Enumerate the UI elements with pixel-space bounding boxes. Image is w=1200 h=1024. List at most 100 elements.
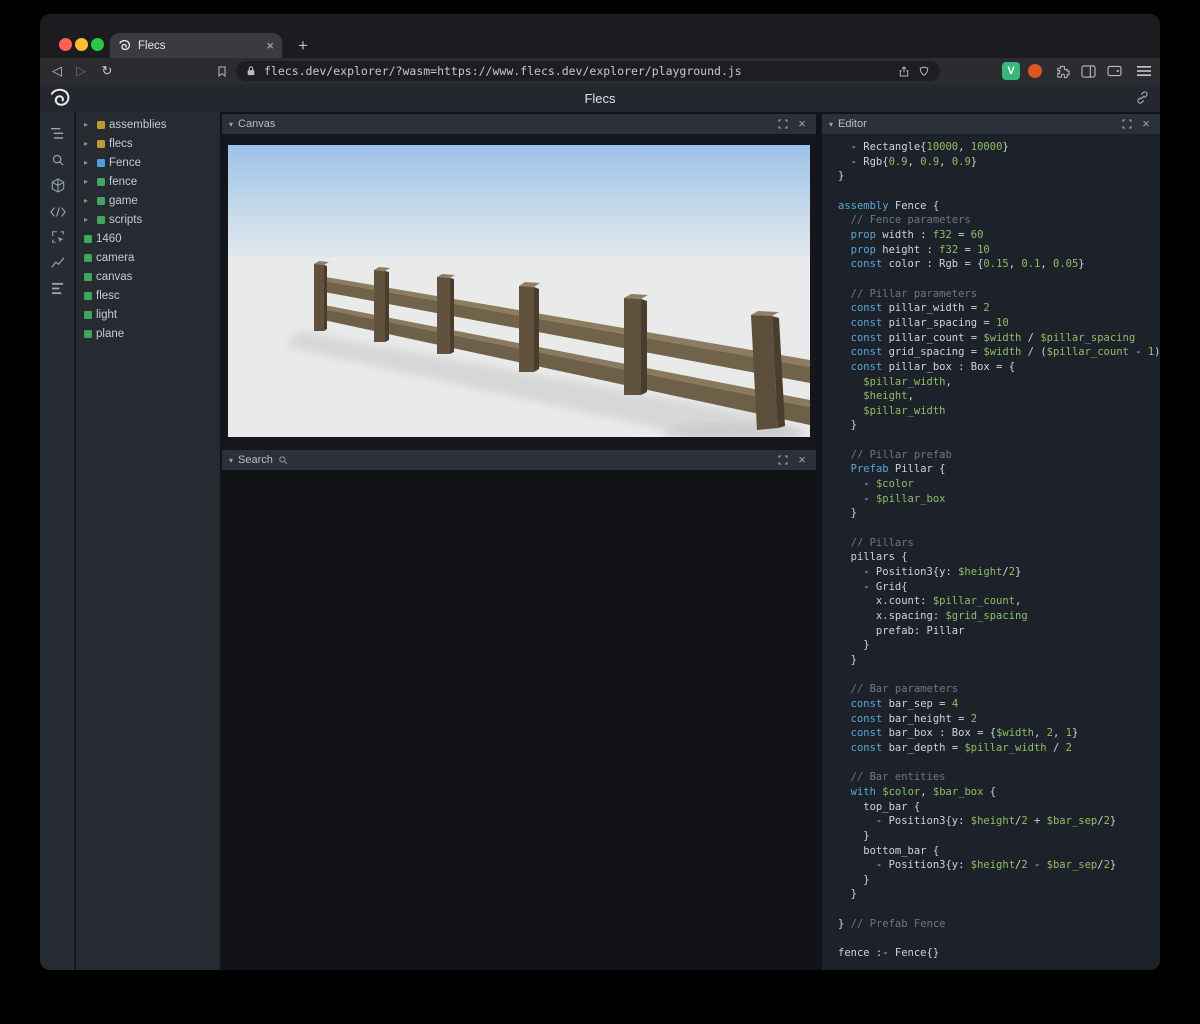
code-line: top_bar {: [838, 800, 921, 813]
tree-item-scripts[interactable]: ▸ scripts: [76, 210, 220, 229]
code-line: const color : Rgb = {0.15, 0.1, 0.05}: [850, 258, 1085, 271]
close-panel-icon[interactable]: ×: [795, 453, 809, 467]
canvas-panel-title: Canvas: [238, 118, 276, 130]
search-mini-icon: [279, 456, 288, 465]
url-text: flecs.dev/explorer/?wasm=https://www.fle…: [264, 64, 742, 78]
tree-item-camera[interactable]: camera: [76, 248, 220, 267]
code-line: pillars {: [838, 551, 908, 564]
entity-color-square: [84, 329, 92, 338]
close-panel-icon[interactable]: ×: [795, 117, 809, 131]
expand-arrow-icon[interactable]: ▸: [84, 191, 93, 210]
back-button[interactable]: ◁: [46, 60, 68, 82]
search-results-area: [222, 470, 816, 970]
expand-arrow-icon[interactable]: ▸: [84, 115, 93, 134]
code-line: }: [838, 829, 870, 842]
bookmark-icon[interactable]: [212, 62, 232, 80]
code-line: Prefab Pillar {: [850, 463, 946, 476]
inspect-cursor-icon[interactable]: [48, 227, 67, 246]
code-line: - Grid{: [838, 580, 908, 593]
close-window-button[interactable]: [59, 38, 72, 51]
canvas-panel-header: ▾ Canvas ×: [222, 114, 816, 134]
cube-3d-icon[interactable]: [48, 176, 67, 195]
tree-item-canvas[interactable]: canvas: [76, 267, 220, 286]
tree-item-Fence[interactable]: ▸ Fence: [76, 153, 220, 172]
code-line: const pillar_spacing = 10: [850, 316, 1009, 329]
expand-arrow-icon[interactable]: ▸: [84, 210, 93, 229]
tree-item-flecs[interactable]: ▸ flecs: [76, 134, 220, 153]
tree-item-light[interactable]: light: [76, 305, 220, 324]
code-line: - Position3{y: $height/2 - $bar_sep/2}: [838, 859, 1117, 872]
expand-panel-icon[interactable]: [776, 453, 790, 467]
reload-button[interactable]: ↻: [96, 60, 118, 82]
tree-item-assemblies[interactable]: ▸ assemblies: [76, 115, 220, 134]
tree-item-flesc[interactable]: flesc: [76, 286, 220, 305]
extensions-puzzle-icon[interactable]: [1052, 62, 1072, 80]
flecs-favicon-icon: [119, 40, 131, 51]
code-line: - Rgb{0.9, 0.9, 0.9}: [838, 155, 978, 168]
tree-item-1460[interactable]: 1460: [76, 229, 220, 248]
expand-panel-icon[interactable]: [776, 117, 790, 131]
collapse-chevron-icon[interactable]: ▾: [829, 120, 833, 129]
fence-3d-render: [228, 145, 810, 437]
expand-arrow-icon[interactable]: ▸: [84, 134, 93, 153]
forward-button[interactable]: ▷: [70, 60, 92, 82]
maximize-window-button[interactable]: [91, 38, 104, 51]
tree-item-label: flesc: [96, 289, 120, 302]
entity-color-square: [97, 139, 105, 148]
code-line: // Fence parameters: [838, 214, 971, 227]
sidebar-toggle-icon[interactable]: [1078, 62, 1098, 80]
code-line: - $color: [838, 478, 914, 491]
browser-tab[interactable]: Flecs ×: [110, 33, 282, 58]
url-bar[interactable]: flecs.dev/explorer/?wasm=https://www.fle…: [236, 61, 940, 81]
code-editor[interactable]: - Rectangle{10000, 10000} - Rgb{0.9, 0.9…: [822, 134, 1160, 970]
code-line: }: [838, 639, 870, 652]
entity-color-square: [84, 253, 92, 262]
code-line: // Pillar parameters: [838, 287, 978, 300]
code-line: }: [838, 888, 857, 901]
close-panel-icon[interactable]: ×: [1139, 117, 1153, 131]
code-line: // Pillars: [838, 536, 914, 549]
tree-item-label: camera: [96, 251, 135, 264]
code-line: assembly Fence {: [838, 199, 940, 212]
wallet-icon[interactable]: [1104, 62, 1124, 80]
browser-window: Flecs × + ◁ ▷ ↻ flecs.dev/explorer/?wasm…: [40, 14, 1160, 970]
search-panel-label: Search: [238, 454, 273, 466]
vue-devtools-icon[interactable]: V: [1002, 62, 1020, 80]
tree-item-label: flecs: [109, 137, 133, 150]
expand-arrow-icon[interactable]: ▸: [84, 153, 93, 172]
brave-shield-icon[interactable]: [918, 65, 930, 78]
code-icon[interactable]: [48, 202, 67, 221]
tree-item-fence[interactable]: ▸ fence: [76, 172, 220, 191]
entity-tree-panel: ▸ assemblies ▸ flecs ▸ Fence ▸ fence ▸ game ▸ scrip…: [76, 112, 220, 970]
expand-panel-icon[interactable]: [1120, 117, 1134, 131]
minimize-window-button[interactable]: [75, 38, 88, 51]
tab-close-icon[interactable]: ×: [266, 38, 274, 53]
search-icon[interactable]: [48, 150, 67, 169]
tree-item-game[interactable]: ▸ game: [76, 191, 220, 210]
share-link-icon[interactable]: [1135, 90, 1150, 105]
new-tab-button[interactable]: +: [292, 35, 314, 57]
expand-arrow-icon[interactable]: ▸: [84, 172, 93, 191]
collapse-chevron-icon[interactable]: ▾: [229, 120, 233, 129]
code-line: bottom_bar {: [838, 844, 940, 857]
menu-hamburger-icon[interactable]: [1134, 62, 1154, 80]
code-line: - Rectangle{10000, 10000}: [838, 141, 1009, 153]
entity-color-square: [84, 234, 92, 243]
entity-color-square: [84, 272, 92, 281]
entities-tree-icon[interactable]: [48, 124, 67, 143]
share-icon[interactable]: [898, 65, 910, 78]
tree-item-label: assemblies: [109, 118, 167, 131]
chart-icon[interactable]: [48, 253, 67, 272]
code-line: - Position3{y: $height/2 + $bar_sep/2}: [838, 815, 1117, 828]
canvas-3d-viewport[interactable]: [228, 145, 810, 437]
extension-icon[interactable]: [1028, 64, 1042, 78]
tree-item-plane[interactable]: plane: [76, 324, 220, 343]
explorer-content: ▸ assemblies ▸ flecs ▸ Fence ▸ fence ▸ game ▸ scrip…: [40, 112, 1160, 970]
stats-icon[interactable]: [48, 279, 67, 298]
tree-item-label: light: [96, 308, 118, 321]
collapse-chevron-icon[interactable]: ▾: [229, 456, 233, 465]
